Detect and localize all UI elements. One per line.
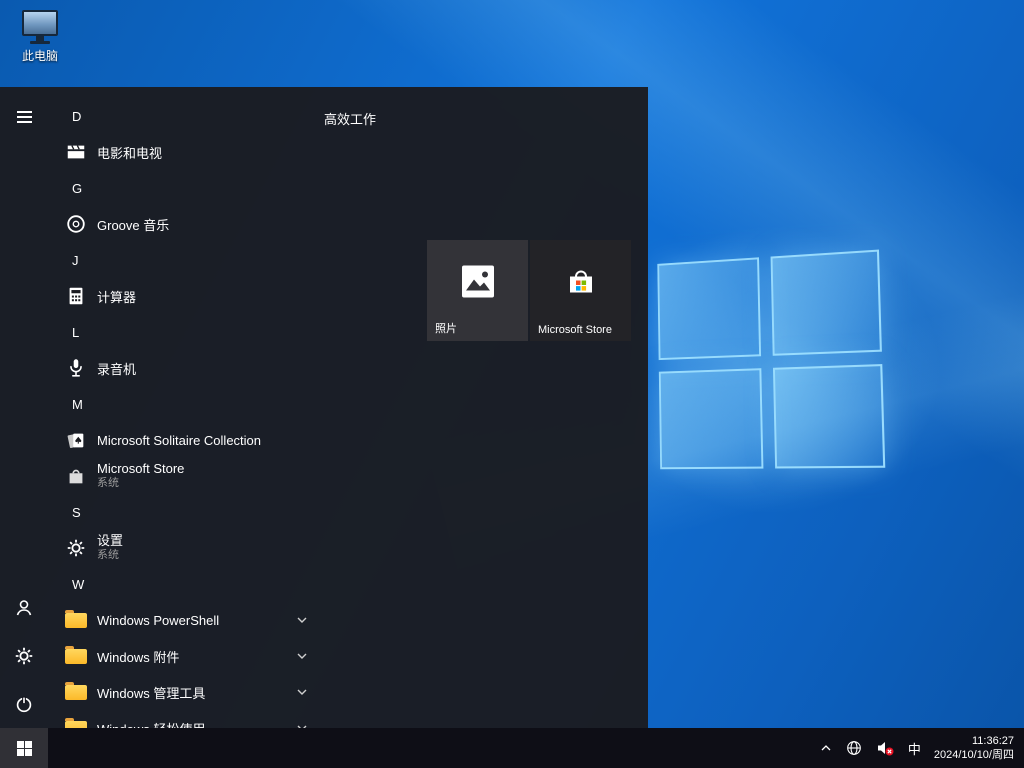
folder-item-label: Windows PowerShell — [97, 613, 219, 628]
app-item-label: Groove 音乐 — [97, 215, 169, 234]
folder-item-label: Windows 轻松使用 — [97, 719, 205, 729]
network-globe-icon — [846, 740, 862, 756]
app-item-calculator[interactable]: 计算器 — [48, 278, 318, 314]
show-hidden-icons-button[interactable] — [813, 728, 839, 768]
ime-indicator[interactable]: 中 — [901, 728, 928, 768]
clock-date: 2024/10/10/周四 — [934, 748, 1014, 762]
windows-logo-pane — [659, 368, 764, 469]
folder-item-windows-accessories[interactable]: Windows 附件 — [48, 638, 318, 674]
tile-photos[interactable]: 照片 — [427, 240, 528, 341]
system-tray: 中 11:36:27 2024/10/10/周四 — [813, 728, 1024, 768]
groove-music-icon — [64, 212, 88, 236]
photos-icon — [460, 264, 496, 305]
desktop-icon-this-pc[interactable]: 此电脑 — [12, 10, 68, 64]
chevron-down-icon — [296, 688, 308, 696]
section-letter-s[interactable]: S — [48, 494, 318, 530]
folder-item-label: Windows 附件 — [97, 647, 179, 666]
solitaire-icon — [64, 428, 88, 452]
start-button[interactable] — [0, 728, 48, 768]
power-button[interactable] — [0, 680, 48, 728]
this-pc-icon — [12, 10, 68, 44]
tile-label: Microsoft Store — [538, 324, 612, 336]
windows-logo-pane — [771, 250, 882, 356]
folder-icon — [64, 680, 88, 704]
folder-item-windows-admin-tools[interactable]: Windows 管理工具 — [48, 674, 318, 710]
hamburger-icon — [17, 111, 32, 123]
windows-logo-pane — [657, 257, 761, 360]
desktop: 此电脑 — [0, 0, 1024, 768]
windows-logo-icon — [17, 741, 32, 756]
app-item-groove-music[interactable]: Groove 音乐 — [48, 206, 318, 242]
movies-tv-icon — [64, 140, 88, 164]
app-item-microsoft-store[interactable]: Microsoft Store 系统 — [48, 458, 318, 494]
calculator-icon — [64, 284, 88, 308]
folder-icon — [64, 716, 88, 728]
windows-logo-pane — [773, 364, 885, 468]
clock-time: 11:36:27 — [934, 734, 1014, 748]
settings-button[interactable] — [0, 632, 48, 680]
user-account-button[interactable] — [0, 584, 48, 632]
store-icon — [64, 464, 88, 488]
expand-menu-button[interactable] — [0, 93, 48, 141]
app-item-settings[interactable]: 设置 系统 — [48, 530, 318, 566]
app-item-label: Microsoft Solitaire Collection — [97, 433, 261, 448]
clock[interactable]: 11:36:27 2024/10/10/周四 — [928, 728, 1024, 768]
app-item-voice-recorder[interactable]: 录音机 — [48, 350, 318, 386]
voice-recorder-icon — [64, 356, 88, 380]
app-item-label: 设置 — [97, 533, 123, 549]
app-list: D 电影和电视 G — [48, 98, 318, 728]
section-letter-j[interactable]: J — [48, 242, 318, 278]
start-menu: D 电影和电视 G — [0, 87, 648, 728]
user-icon — [12, 596, 36, 620]
section-letter-m[interactable]: M — [48, 386, 318, 422]
app-item-sublabel: 系统 — [97, 477, 184, 491]
desktop-icon-label: 此电脑 — [12, 47, 68, 64]
section-letter-d[interactable]: D — [48, 98, 318, 134]
volume-muted-icon — [876, 740, 894, 756]
section-letter-w[interactable]: W — [48, 566, 318, 602]
store-icon — [564, 265, 598, 304]
volume-tray-button[interactable] — [869, 728, 901, 768]
chevron-down-icon — [296, 652, 308, 660]
folder-item-windows-powershell[interactable]: Windows PowerShell — [48, 602, 318, 638]
tile-label: 照片 — [435, 320, 457, 336]
tile-group-title[interactable]: 高效工作 — [324, 109, 376, 128]
folder-icon — [64, 608, 88, 632]
network-tray-button[interactable] — [839, 728, 869, 768]
tile-microsoft-store[interactable]: Microsoft Store — [530, 240, 631, 341]
windows-logo-wallpaper — [657, 250, 885, 470]
app-item-label: 电影和电视 — [97, 143, 162, 162]
folder-item-label: Windows 管理工具 — [97, 683, 205, 702]
settings-gear-icon — [64, 536, 88, 560]
folder-icon — [64, 644, 88, 668]
section-letter-g[interactable]: G — [48, 170, 318, 206]
app-item-label: 录音机 — [97, 359, 136, 378]
start-menu-rail — [0, 87, 48, 728]
app-item-label: Microsoft Store — [97, 461, 184, 477]
app-item-sublabel: 系统 — [97, 549, 123, 563]
gear-icon — [13, 645, 35, 667]
section-letter-l[interactable]: L — [48, 314, 318, 350]
power-icon — [13, 693, 35, 715]
chevron-up-icon — [820, 744, 832, 752]
chevron-down-icon — [296, 616, 308, 624]
app-item-movies-tv[interactable]: 电影和电视 — [48, 134, 318, 170]
taskbar: 中 11:36:27 2024/10/10/周四 — [0, 728, 1024, 768]
app-item-label: 计算器 — [97, 287, 136, 306]
folder-item-windows-ease-of-access[interactable]: Windows 轻松使用 — [48, 710, 318, 728]
app-item-solitaire[interactable]: Microsoft Solitaire Collection — [48, 422, 318, 458]
